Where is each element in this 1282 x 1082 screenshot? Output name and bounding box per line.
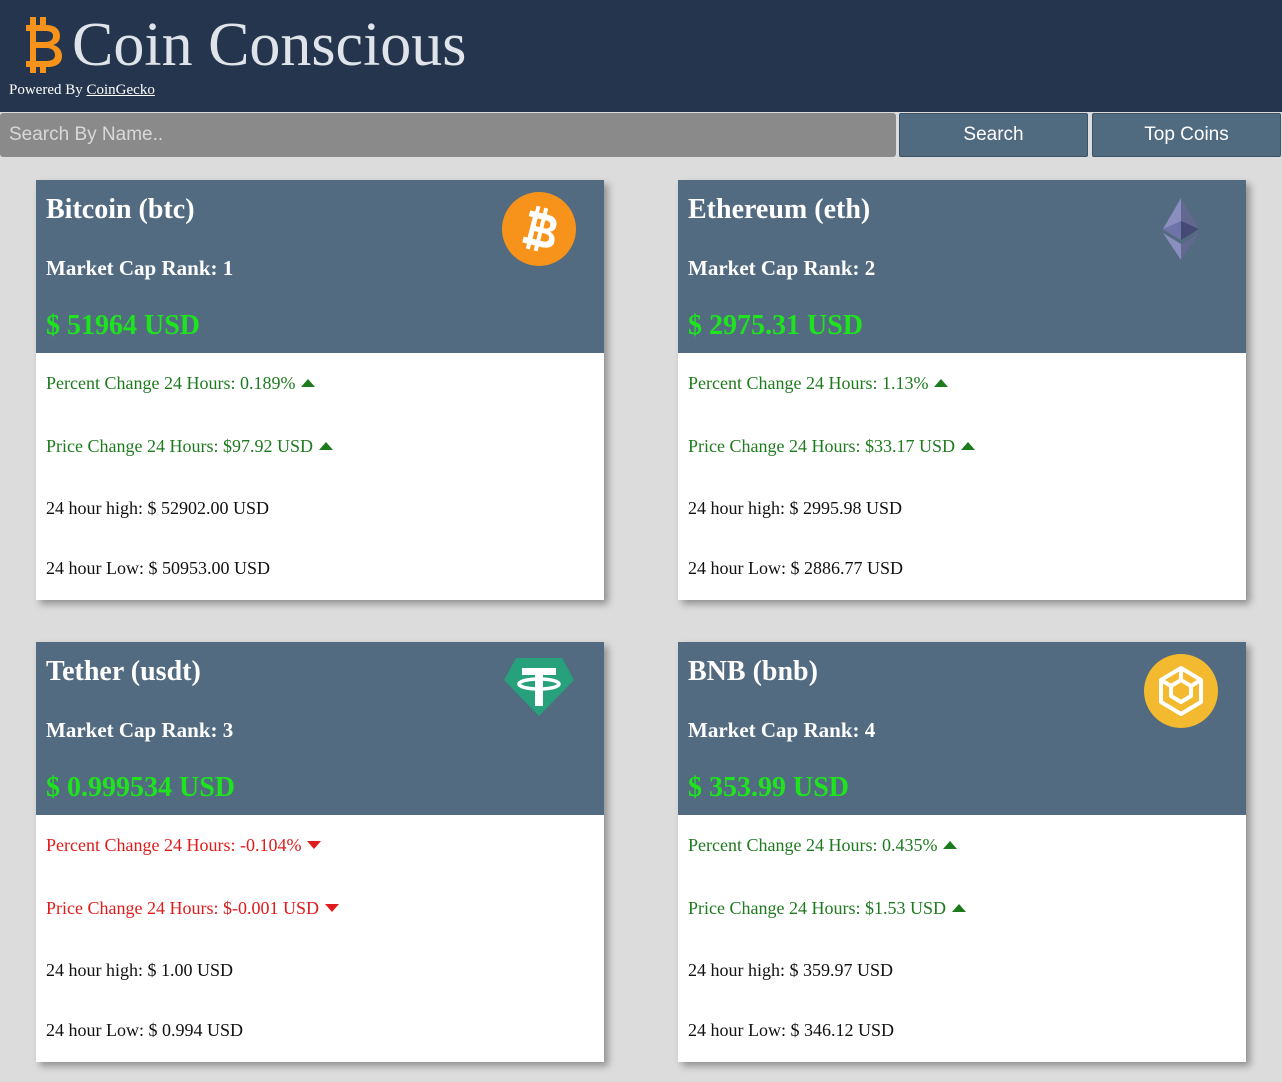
- triangle-up-icon: [943, 840, 958, 849]
- coin-rank: Market Cap Rank: 1: [46, 256, 234, 280]
- triangle-up-icon: [301, 378, 316, 387]
- search-input[interactable]: [0, 113, 896, 157]
- day-low: 24 hour Low: $ 2886.77 USD: [688, 558, 903, 578]
- price-change: Price Change 24 Hours: $33.17 USD: [688, 436, 975, 457]
- coin-card-bitcoin: Bitcoin (btc) Market Cap Rank: 1 $ 51964…: [36, 180, 604, 600]
- triangle-up-icon: [960, 441, 975, 450]
- ethereum-icon: [1163, 198, 1199, 260]
- price-change-text: Price Change 24 Hours: $1.53 USD: [688, 898, 946, 918]
- price-change-text: Price Change 24 Hours: $33.17 USD: [688, 436, 955, 456]
- price-change-text: Price Change 24 Hours: $-0.001 USD: [46, 898, 319, 918]
- coin-rank: Market Cap Rank: 4: [688, 718, 876, 742]
- percent-change: Percent Change 24 Hours: 0.435%: [688, 835, 958, 856]
- coin-card-header: Bitcoin (btc) Market Cap Rank: 1 $ 51964…: [36, 180, 604, 353]
- triangle-up-icon: [318, 441, 333, 450]
- coin-name: BNB (bnb): [688, 656, 818, 687]
- percent-change: Percent Change 24 Hours: 0.189%: [46, 373, 316, 394]
- day-high: 24 hour high: $ 359.97 USD: [688, 960, 894, 980]
- coin-price: $ 51964 USD: [46, 310, 201, 341]
- coin-name: Tether (usdt): [46, 656, 201, 687]
- triangle-down-icon: [324, 903, 339, 912]
- coin-card-tether: Tether (usdt) Market Cap Rank: 3 $ 0.999…: [36, 642, 604, 1062]
- coin-price: $ 2975.31 USD: [688, 310, 864, 341]
- percent-change-text: Percent Change 24 Hours: 0.435%: [688, 835, 938, 855]
- brand: Coin Conscious: [22, 12, 466, 78]
- day-high: 24 hour high: $ 52902.00 USD: [46, 498, 270, 518]
- coin-rank: Market Cap Rank: 3: [46, 718, 234, 742]
- coin-card-bnb: BNB (bnb) Market Cap Rank: 4 $ 353.99 US…: [678, 642, 1246, 1062]
- coin-card-header: Tether (usdt) Market Cap Rank: 3 $ 0.999…: [36, 642, 604, 815]
- day-low: 24 hour Low: $ 0.994 USD: [46, 1020, 243, 1040]
- powered-by-label: Powered By: [9, 82, 83, 98]
- price-change-text: Price Change 24 Hours: $97.92 USD: [46, 436, 313, 456]
- percent-change-text: Percent Change 24 Hours: 0.189%: [46, 373, 296, 393]
- triangle-up-icon: [934, 378, 949, 387]
- bitcoin-b-icon: [26, 17, 62, 73]
- price-change: Price Change 24 Hours: $1.53 USD: [688, 898, 966, 919]
- coin-rank: Market Cap Rank: 2: [688, 256, 876, 280]
- coingecko-link[interactable]: CoinGecko: [87, 82, 155, 98]
- day-low: 24 hour Low: $ 50953.00 USD: [46, 558, 270, 578]
- percent-change: Percent Change 24 Hours: 1.13%: [688, 373, 949, 394]
- coin-card-header: BNB (bnb) Market Cap Rank: 4 $ 353.99 US…: [678, 642, 1246, 815]
- percent-change-text: Percent Change 24 Hours: -0.104%: [46, 835, 302, 855]
- bitcoin-icon: [502, 192, 576, 266]
- app-header: Coin Conscious Powered By CoinGecko: [0, 0, 1282, 112]
- coin-card-ethereum: Ethereum (eth) Market Cap Rank: 2 $ 2975…: [678, 180, 1246, 600]
- triangle-down-icon: [307, 840, 322, 849]
- top-coins-button[interactable]: Top Coins: [1092, 113, 1281, 157]
- bnb-icon: [1144, 654, 1218, 728]
- triangle-up-icon: [951, 903, 966, 912]
- percent-change: Percent Change 24 Hours: -0.104%: [46, 835, 322, 856]
- powered-by: Powered By CoinGecko: [9, 82, 155, 99]
- price-change: Price Change 24 Hours: $97.92 USD: [46, 436, 333, 457]
- percent-change-text: Percent Change 24 Hours: 1.13%: [688, 373, 929, 393]
- coin-price: $ 0.999534 USD: [46, 772, 236, 803]
- day-high: 24 hour high: $ 2995.98 USD: [688, 498, 903, 518]
- tether-icon: [504, 658, 574, 716]
- day-low: 24 hour Low: $ 346.12 USD: [688, 1020, 894, 1040]
- day-high: 24 hour high: $ 1.00 USD: [46, 960, 234, 980]
- price-change: Price Change 24 Hours: $-0.001 USD: [46, 898, 339, 919]
- app-title: Coin Conscious: [72, 11, 467, 79]
- search-button[interactable]: Search: [899, 113, 1088, 157]
- coin-card-header: Ethereum (eth) Market Cap Rank: 2 $ 2975…: [678, 180, 1246, 353]
- coin-price: $ 353.99 USD: [688, 772, 850, 803]
- search-bar: Search Top Coins: [0, 112, 1282, 158]
- coin-name: Ethereum (eth): [688, 194, 871, 225]
- coin-name: Bitcoin (btc): [46, 194, 195, 225]
